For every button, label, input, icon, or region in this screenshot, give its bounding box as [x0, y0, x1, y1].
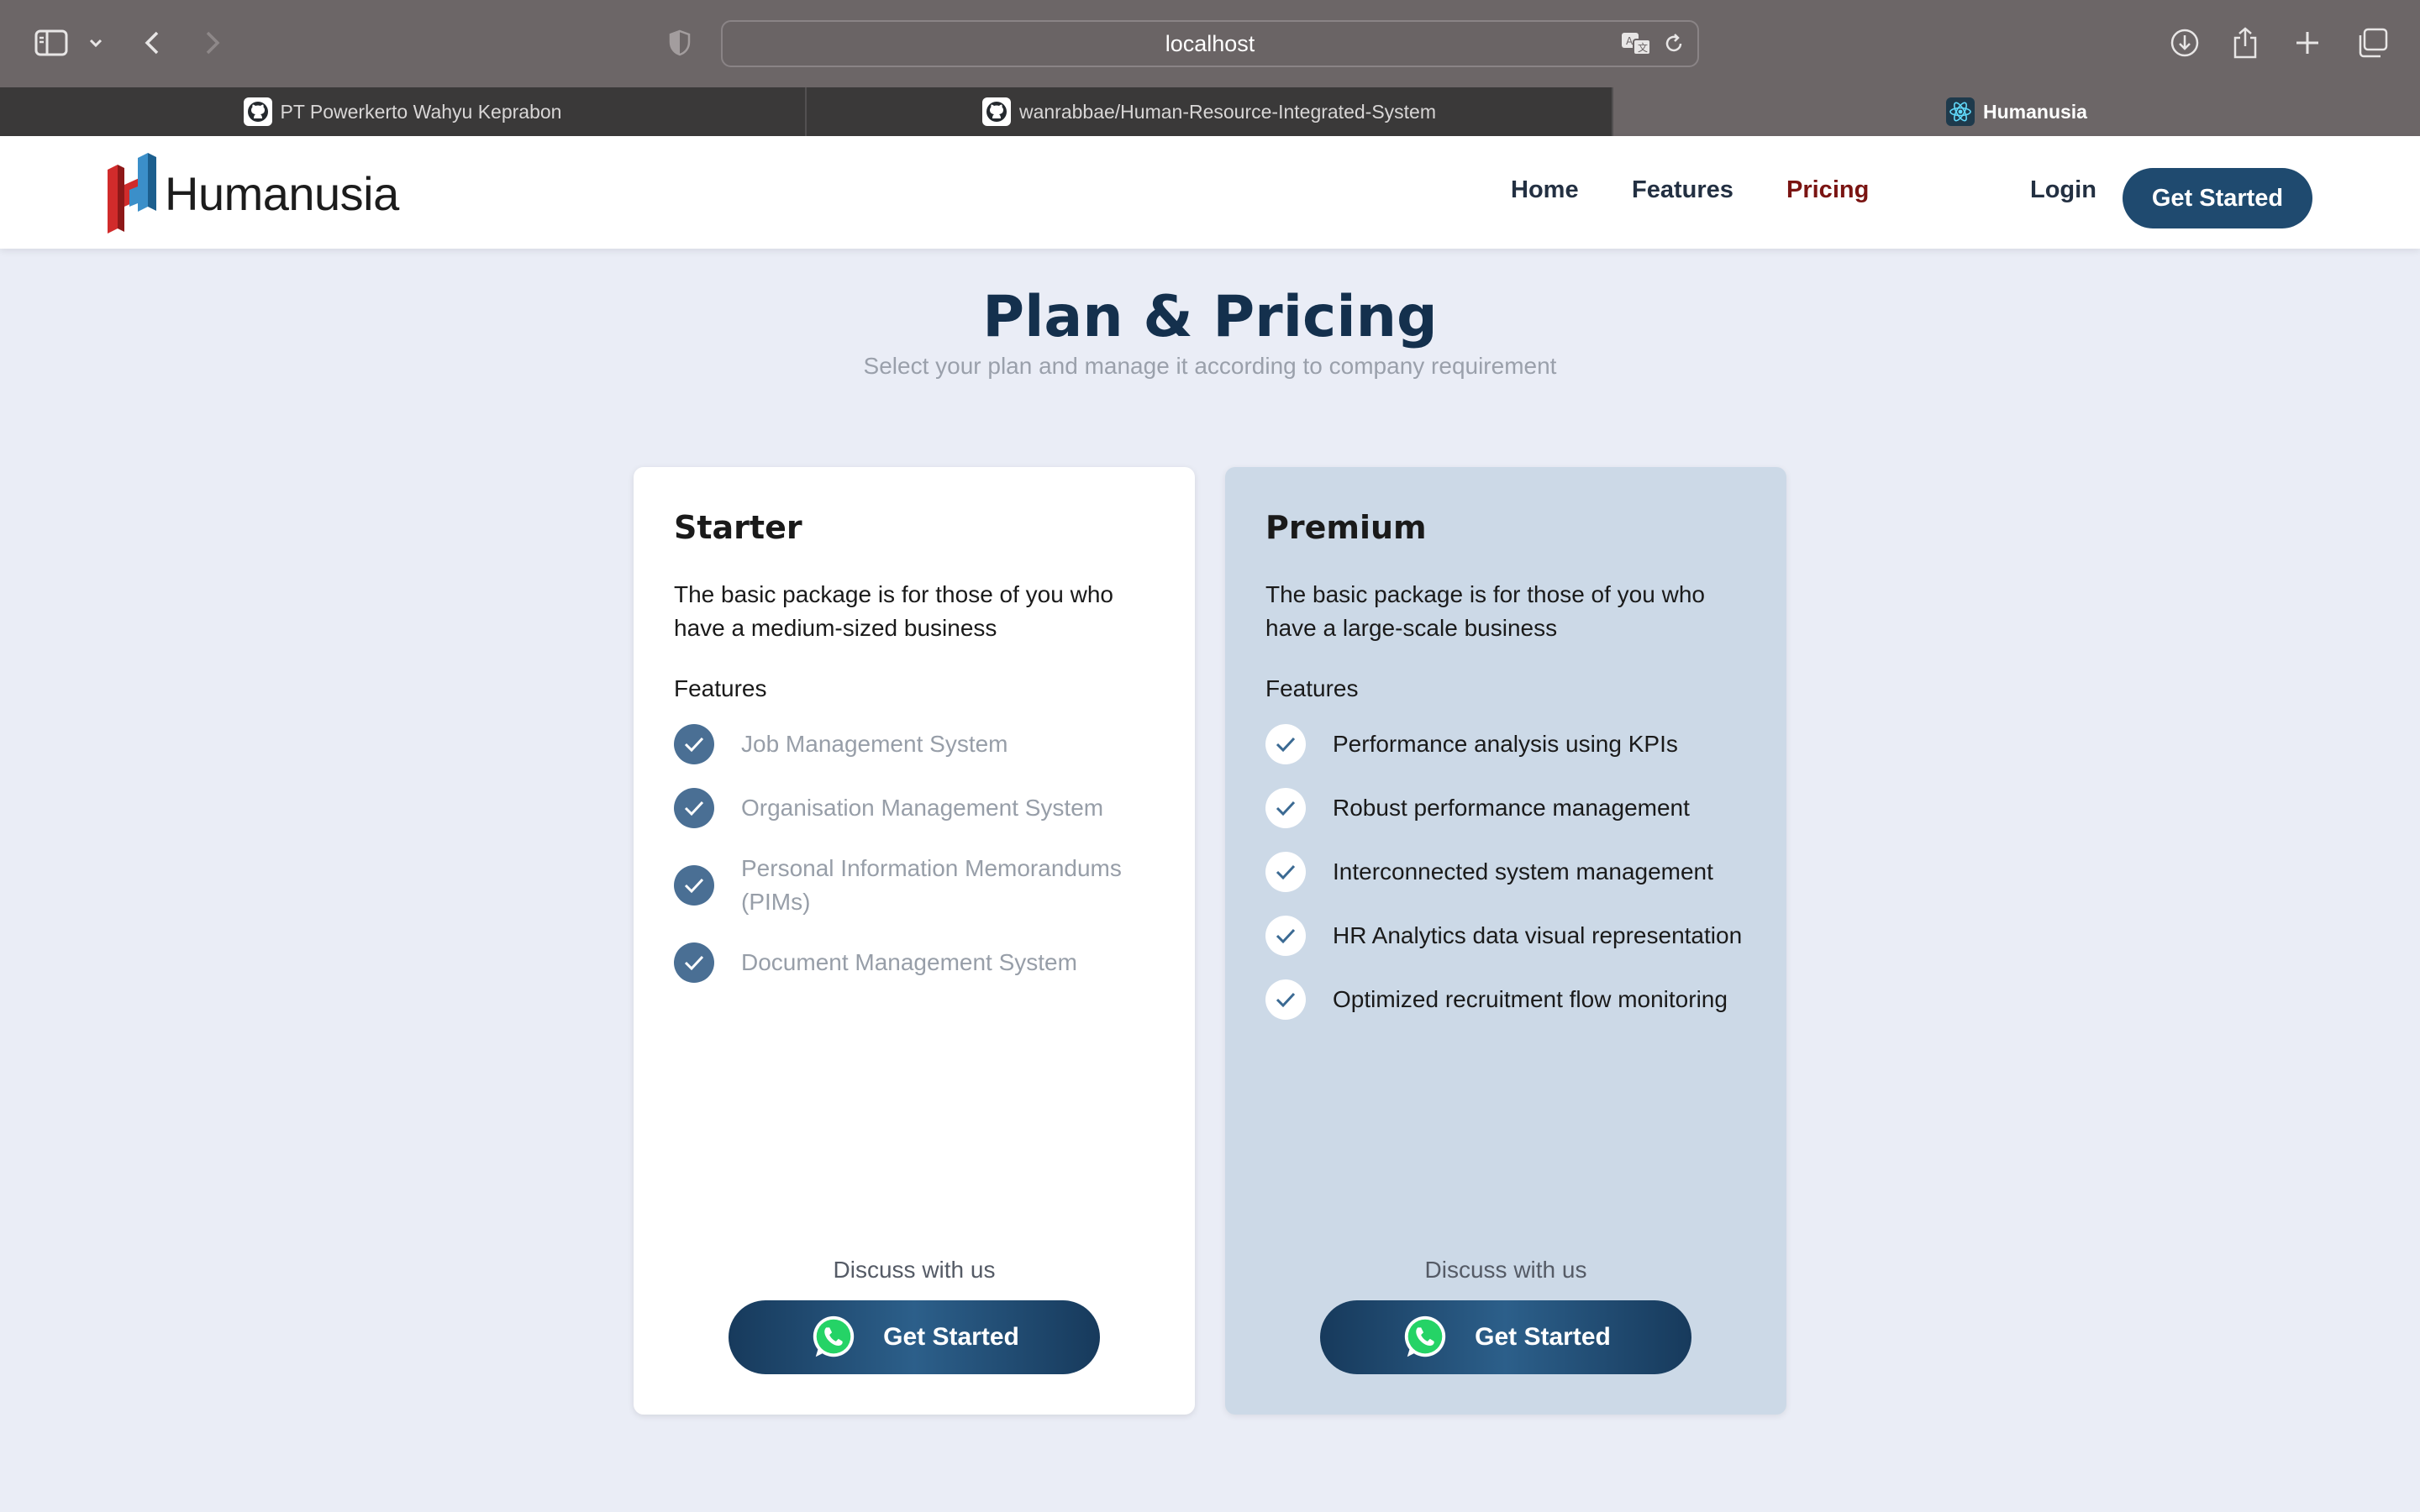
whatsapp-icon — [1404, 1315, 1446, 1357]
feature-text: Robust performance management — [1333, 795, 1690, 821]
plan-name: Premium — [1265, 509, 1427, 546]
feature-item: HR Analytics data visual representation — [1265, 916, 1746, 956]
browser-tab-1[interactable]: PT Powerkerto Wahyu Keprabon — [0, 87, 807, 136]
chevron-down-icon[interactable] — [86, 24, 106, 62]
reload-icon[interactable] — [1662, 32, 1686, 59]
features-label: Features — [674, 675, 767, 701]
translate-icon[interactable]: A文 — [1620, 30, 1654, 60]
brand-name: Humanusia — [165, 166, 399, 220]
check-icon — [1265, 852, 1306, 892]
feature-text: HR Analytics data visual representation — [1333, 922, 1743, 948]
check-icon — [674, 788, 714, 828]
nav-pricing[interactable]: Pricing — [1786, 176, 1869, 204]
feature-item: Document Management System — [674, 942, 1155, 983]
whatsapp-icon — [813, 1315, 855, 1357]
get-started-button[interactable]: Get Started — [2123, 168, 2312, 228]
browser-tab-title: wanrabbae/Human-Resource-Integrated-Syst… — [1018, 100, 1437, 123]
button-label: Get Started — [883, 1323, 1019, 1351]
premium-get-started-button[interactable]: Get Started — [1320, 1300, 1691, 1374]
check-icon — [674, 865, 714, 906]
feature-text: Job Management System — [741, 731, 1008, 757]
plan-card-premium: Premium The basic package is for those o… — [1225, 467, 1786, 1415]
forward-icon[interactable] — [200, 24, 225, 62]
browser-tab-3[interactable]: Humanusia — [1613, 87, 2420, 136]
button-label: Get Started — [1475, 1323, 1611, 1351]
address-url: localhost — [1165, 31, 1255, 56]
plan-description: The basic package is for those of you wh… — [674, 581, 1113, 641]
features-label: Features — [1265, 675, 1359, 701]
login-link[interactable]: Login — [2030, 176, 2096, 204]
browser-tab-title: Humanusia — [1983, 100, 2087, 123]
new-tab-icon[interactable] — [2291, 24, 2324, 62]
feature-item: Job Management System — [674, 724, 1155, 764]
page-title: Plan & Pricing — [982, 284, 1438, 350]
brand-logo[interactable]: Humanusia — [104, 151, 399, 235]
feature-item: Organisation Management System — [674, 788, 1155, 828]
site-header: Humanusia Home Features Pricing Login Ge… — [0, 136, 2420, 249]
feature-item: Performance analysis using KPIs — [1265, 724, 1746, 764]
discuss-label: Discuss with us — [833, 1257, 996, 1283]
plan-card-starter: Starter The basic package is for those o… — [634, 467, 1195, 1415]
starter-get-started-button[interactable]: Get Started — [729, 1300, 1100, 1374]
feature-item: Optimized recruitment flow monitoring — [1265, 979, 1746, 1020]
github-icon — [243, 97, 272, 126]
discuss-label: Discuss with us — [1424, 1257, 1587, 1283]
back-icon[interactable] — [139, 24, 165, 62]
check-icon — [1265, 788, 1306, 828]
browser-tab-2[interactable]: wanrabbae/Human-Resource-Integrated-Syst… — [807, 87, 1613, 136]
share-icon[interactable] — [2228, 24, 2262, 62]
svg-text:文: 文 — [1638, 41, 1648, 54]
github-icon — [981, 97, 1011, 126]
feature-text: Document Management System — [741, 949, 1077, 975]
sidebar-toggle-icon[interactable] — [32, 24, 71, 62]
react-icon — [1946, 97, 1975, 126]
check-icon — [674, 724, 714, 764]
nav-home[interactable]: Home — [1511, 176, 1579, 204]
feature-text: Interconnected system management — [1333, 858, 1713, 885]
feature-item: Robust performance management — [1265, 788, 1746, 828]
feature-text: Personal Information Memorandums (PIMs) — [741, 855, 1122, 915]
feature-item: Personal Information Memorandums (PIMs) — [674, 852, 1155, 919]
check-icon — [1265, 724, 1306, 764]
page-subtitle: Select your plan and manage it according… — [863, 353, 1557, 379]
plan-name: Starter — [674, 509, 802, 546]
check-icon — [1265, 979, 1306, 1020]
tab-bar: PT Powerkerto Wahyu Keprabon wanrabbae/H… — [0, 87, 2420, 136]
check-icon — [674, 942, 714, 983]
feature-text: Organisation Management System — [741, 795, 1104, 821]
feature-text: Optimized recruitment flow monitoring — [1333, 986, 1728, 1012]
plan-footer: Discuss with us Get Started — [634, 1257, 1195, 1374]
check-icon — [1265, 916, 1306, 956]
address-bar[interactable]: localhost A文 — [721, 20, 1699, 67]
privacy-shield-icon[interactable] — [666, 24, 694, 62]
plan-footer: Discuss with us Get Started — [1225, 1257, 1786, 1374]
tab-overview-icon[interactable] — [2354, 24, 2391, 62]
browser-toolbar: localhost A文 — [0, 0, 2420, 87]
downloads-icon[interactable] — [2166, 24, 2203, 62]
svg-text:A: A — [1626, 35, 1634, 47]
humanusia-logo-icon — [108, 153, 156, 234]
plan-description: The basic package is for those of you wh… — [1265, 581, 1705, 641]
feature-item: Interconnected system management — [1265, 852, 1746, 892]
browser-tab-title: PT Powerkerto Wahyu Keprabon — [280, 100, 562, 123]
nav-features[interactable]: Features — [1632, 176, 1733, 204]
feature-text: Performance analysis using KPIs — [1333, 731, 1678, 757]
